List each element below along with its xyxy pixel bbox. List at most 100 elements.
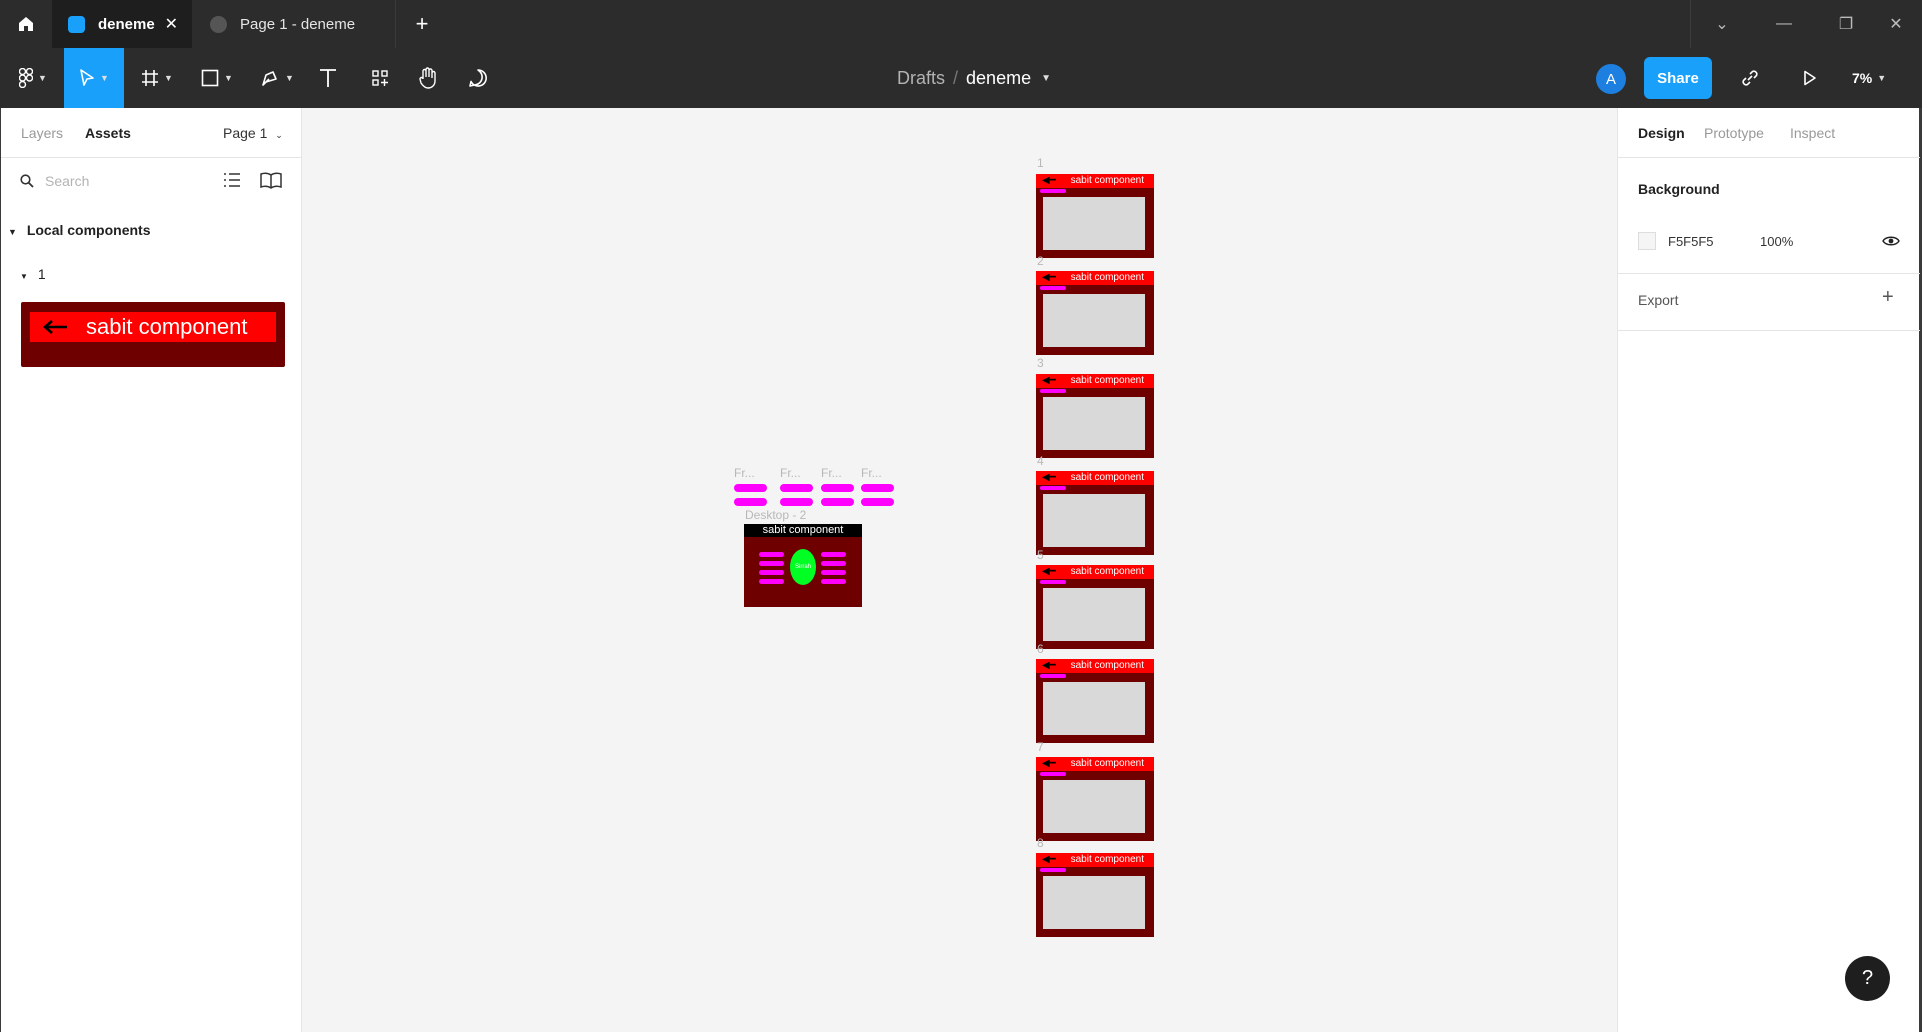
tab-prototype[interactable]: Prototype (1704, 125, 1764, 141)
mini-frame-pill[interactable] (734, 498, 767, 506)
frame-title[interactable]: 5 (1037, 548, 1044, 562)
page-selector-label: Page 1 (223, 125, 268, 141)
comment-tool[interactable] (462, 48, 494, 108)
frame-3[interactable]: ◀━ sabit component (1036, 374, 1154, 458)
frame-tool[interactable]: ▼ (132, 48, 182, 108)
avatar[interactable]: A (1596, 64, 1626, 94)
minimize-button[interactable]: — (1753, 0, 1815, 48)
desktop-frame[interactable]: sabit component Sirrah (744, 524, 862, 607)
hand-tool[interactable] (412, 48, 444, 108)
resources-tool[interactable] (364, 48, 396, 108)
file-name[interactable]: deneme (966, 68, 1031, 89)
move-tool[interactable]: ▼ (64, 48, 124, 108)
components-icon (372, 70, 388, 86)
frame-4[interactable]: ◀━ sabit component (1036, 471, 1154, 555)
frame-1[interactable]: ◀━ sabit component (1036, 174, 1154, 258)
mini-frame-pill[interactable] (821, 498, 854, 506)
local-components-header[interactable]: ▼ Local components (8, 222, 151, 238)
frame-6[interactable]: ◀━ sabit component (1036, 659, 1154, 743)
desktop-frame-title[interactable]: Desktop - 2 (745, 508, 806, 522)
desktop-pill (821, 570, 846, 575)
new-tab-button[interactable]: + (406, 8, 438, 40)
zoom-dropdown[interactable]: 7% ▼ (1852, 48, 1886, 108)
component-group-header[interactable]: ▼ 1 (20, 266, 46, 282)
share-button[interactable]: Share (1644, 57, 1712, 99)
tab-inspect[interactable]: Inspect (1790, 125, 1835, 141)
eye-icon[interactable] (1882, 235, 1900, 247)
frame-5[interactable]: ◀━ sabit component (1036, 565, 1154, 649)
frame-8[interactable]: ◀━ sabit component (1036, 853, 1154, 937)
chevron-down-icon[interactable]: ▼ (1041, 73, 1051, 84)
minimize-icon: — (1776, 15, 1792, 32)
component-label: sabit component (86, 314, 248, 339)
asset-search-row: Search (1, 158, 302, 204)
frame-body (1043, 294, 1145, 347)
frame-hash-icon (142, 70, 159, 86)
canvas[interactable]: 1 ◀━ sabit component 2 ◀━ sabit component … (302, 108, 1617, 1032)
frame-body (1043, 494, 1145, 547)
mini-frame-pill[interactable] (861, 498, 894, 506)
mini-frame-label[interactable]: Fr... (861, 466, 882, 480)
tabs-dropdown-button[interactable]: ⌄ (1691, 0, 1753, 48)
arrow-left-icon (43, 320, 67, 334)
search-input[interactable]: Search (45, 173, 89, 189)
frame-header-bar: ◀━ sabit component (1036, 853, 1154, 867)
tab-layers[interactable]: Layers (21, 125, 63, 141)
frame-title[interactable]: 6 (1037, 642, 1044, 656)
home-button[interactable] (0, 0, 52, 48)
close-icon[interactable]: ✕ (165, 14, 178, 34)
frame-title[interactable]: 8 (1037, 836, 1044, 850)
comment-bubble-icon (469, 69, 487, 87)
background-color-swatch[interactable] (1638, 232, 1656, 250)
shape-tool[interactable]: ▼ (192, 48, 242, 108)
mini-frame-pill[interactable] (861, 484, 894, 492)
window-close-button[interactable]: ✕ (1870, 0, 1922, 48)
frame-body (1043, 682, 1145, 735)
frame-title[interactable]: 3 (1037, 356, 1044, 370)
frame-7[interactable]: ◀━ sabit component (1036, 757, 1154, 841)
chevron-down-icon: ▼ (1877, 73, 1887, 83)
background-opacity-value[interactable]: 100% (1760, 234, 1793, 249)
present-button[interactable] (1798, 48, 1822, 108)
frame-body (1043, 876, 1145, 929)
help-button[interactable]: ? (1845, 956, 1890, 1001)
restore-button[interactable]: ❐ (1815, 0, 1877, 48)
tab-deneme[interactable]: deneme ✕ (52, 0, 192, 48)
component-thumbnail[interactable]: sabit component (21, 302, 285, 367)
desktop-pill (821, 552, 846, 557)
background-hex-value[interactable]: F5F5F5 (1668, 234, 1714, 249)
mini-frame-label[interactable]: Fr... (821, 466, 842, 480)
mini-frame-label[interactable]: Fr... (780, 466, 801, 480)
frame-pill (1040, 286, 1066, 290)
pen-tool[interactable]: ▼ (252, 48, 302, 108)
main-menu-button[interactable]: ▼ (8, 48, 58, 108)
breadcrumb-drafts[interactable]: Drafts (897, 68, 945, 89)
hand-icon (419, 67, 436, 89)
arrow-left-icon: ◀━ (1042, 375, 1056, 386)
mini-frame-pill[interactable] (734, 484, 767, 492)
tab-page1[interactable]: Page 1 - deneme (196, 0, 396, 48)
mini-frame-label[interactable]: Fr... (734, 466, 755, 480)
text-tool[interactable] (312, 48, 344, 108)
mini-frame-pill[interactable] (821, 484, 854, 492)
frame-2[interactable]: ◀━ sabit component (1036, 271, 1154, 355)
chevron-down-icon: ▼ (224, 73, 233, 83)
tab-assets[interactable]: Assets (85, 125, 131, 141)
frame-title[interactable]: 7 (1037, 740, 1044, 754)
plus-icon: + (415, 11, 429, 36)
mini-frame-pill[interactable] (780, 498, 813, 506)
add-export-plus-icon[interactable]: + (1882, 286, 1894, 309)
team-library-book-icon[interactable] (260, 172, 282, 189)
desktop-oval-label: Sirrah (794, 564, 811, 570)
play-icon (1804, 70, 1816, 86)
copy-link-button[interactable] (1740, 48, 1760, 108)
frame-title[interactable]: 2 (1037, 254, 1044, 268)
page-selector[interactable]: Page 1 ⌄ (223, 125, 283, 141)
toolbar: ▼ ▼ ▼ ▼ ▼ Drafts / deneme ▼ (0, 48, 1922, 108)
list-view-icon[interactable] (223, 172, 241, 188)
frame-header-bar: ◀━ sabit component (1036, 271, 1154, 285)
frame-title[interactable]: 4 (1037, 454, 1044, 468)
tab-design[interactable]: Design (1638, 125, 1685, 141)
mini-frame-pill[interactable] (780, 484, 813, 492)
frame-title[interactable]: 1 (1037, 156, 1044, 170)
